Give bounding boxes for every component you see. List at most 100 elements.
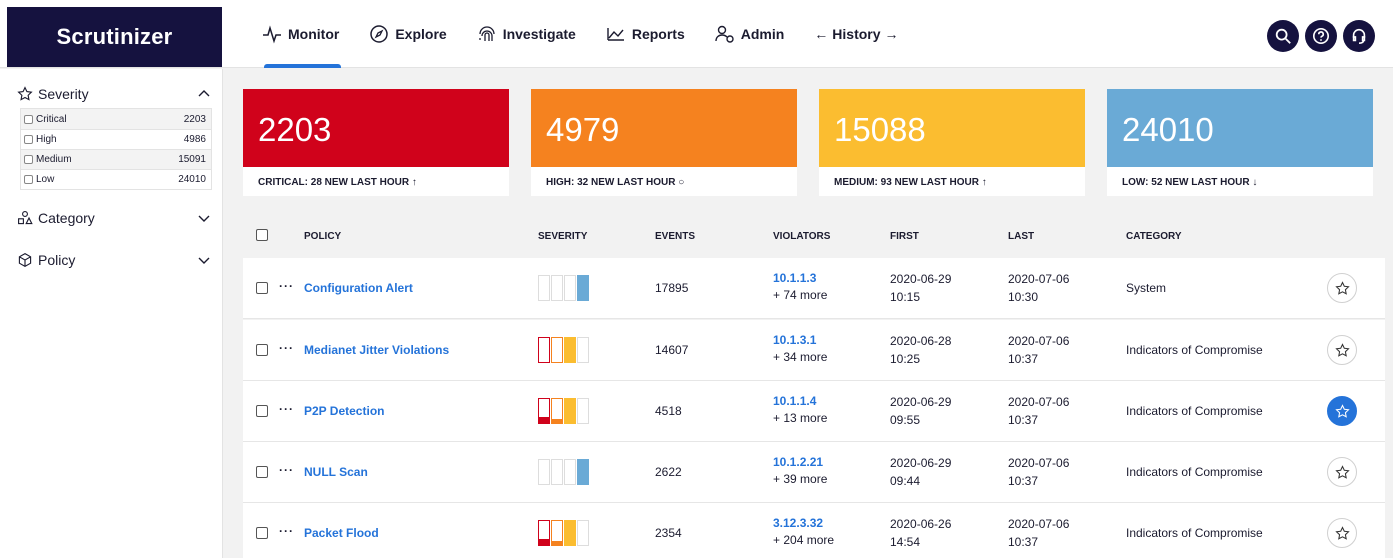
high-summary-card[interactable]: 4979 HIGH: 32 NEW LAST HOUR ○ xyxy=(531,89,797,196)
chevron-down-icon[interactable] xyxy=(198,212,210,224)
violators-cell: 10.1.1.4 + 13 more xyxy=(773,394,827,425)
nav-investigate[interactable]: Investigate xyxy=(477,0,576,68)
first-cell: 2020-06-29 09:44 xyxy=(890,454,951,490)
table-row[interactable]: ··· P2P Detection 4518 10.1.1.4 + 13 mor… xyxy=(243,381,1385,442)
violator-link[interactable]: 10.1.3.1 xyxy=(773,333,827,347)
star-icon xyxy=(1334,280,1350,295)
col-events[interactable]: EVENTS xyxy=(655,231,695,242)
last-cell: 2020-07-06 10:37 xyxy=(1008,515,1069,551)
low-checkbox[interactable] xyxy=(24,175,33,184)
critical-checkbox[interactable] xyxy=(24,114,33,124)
events-count: 2622 xyxy=(655,465,682,479)
severity-filter-header[interactable]: Severity xyxy=(0,80,222,108)
violator-more[interactable]: + 39 more xyxy=(773,472,827,486)
severity-segment xyxy=(564,275,576,301)
row-checkbox[interactable] xyxy=(256,466,268,478)
row-menu-icon[interactable]: ··· xyxy=(279,279,294,293)
row-menu-icon[interactable]: ··· xyxy=(279,402,294,416)
violator-link[interactable]: 10.1.1.3 xyxy=(773,271,827,285)
arrow-up-icon: ↑ xyxy=(981,177,987,188)
help-button[interactable] xyxy=(1305,20,1337,52)
table-row[interactable]: ··· Medianet Jitter Violations 14607 10.… xyxy=(243,320,1385,381)
favorite-button[interactable] xyxy=(1327,335,1357,365)
severity-filter-low[interactable]: Low 24010 xyxy=(21,169,211,189)
row-checkbox[interactable] xyxy=(256,282,268,294)
nav-admin[interactable]: Admin xyxy=(715,0,784,68)
col-policy[interactable]: POLICY xyxy=(304,231,341,242)
search-button[interactable] xyxy=(1267,20,1299,52)
severity-filter-title: Severity xyxy=(38,86,89,102)
table-row[interactable]: ··· NULL Scan 2622 10.1.2.21 + 39 more 2… xyxy=(243,442,1385,503)
severity-segment xyxy=(551,459,563,485)
history-nav[interactable]: ← History → xyxy=(814,26,898,42)
violator-link[interactable]: 10.1.1.4 xyxy=(773,394,827,408)
violators-cell: 10.1.3.1 + 34 more xyxy=(773,333,827,364)
col-last[interactable]: LAST xyxy=(1008,231,1034,242)
nav-reports-label: Reports xyxy=(631,26,685,42)
first-cell: 2020-06-29 09:55 xyxy=(890,393,951,429)
table-row[interactable]: ··· Packet Flood 2354 3.12.3.32 + 204 mo… xyxy=(243,503,1385,558)
favorite-button[interactable] xyxy=(1327,457,1357,487)
card-subtitle-text: HIGH: 32 NEW LAST HOUR xyxy=(546,177,676,188)
severity-filter-count: 4986 xyxy=(183,134,206,145)
severity-filter-high[interactable]: High 4986 xyxy=(21,129,211,149)
policy-link[interactable]: Medianet Jitter Violations xyxy=(304,343,449,357)
support-button[interactable] xyxy=(1343,20,1375,52)
violator-more[interactable]: + 13 more xyxy=(773,411,827,425)
arrow-up-icon: ↑ xyxy=(411,177,417,188)
forward-arrow-icon[interactable]: → xyxy=(885,26,899,42)
row-menu-icon[interactable]: ··· xyxy=(279,463,294,477)
high-checkbox[interactable] xyxy=(24,135,33,144)
violator-link[interactable]: 10.1.2.21 xyxy=(773,455,827,469)
last-cell: 2020-07-06 10:37 xyxy=(1008,393,1069,429)
col-severity[interactable]: SEVERITY xyxy=(538,231,587,242)
row-checkbox[interactable] xyxy=(256,527,268,539)
nav-explore[interactable]: Explore xyxy=(369,0,447,68)
user-gear-icon xyxy=(715,25,734,43)
medium-summary-card[interactable]: 15088 MEDIUM: 93 NEW LAST HOUR ↑ xyxy=(819,89,1085,196)
headset-icon xyxy=(1352,28,1366,45)
policy-link[interactable]: P2P Detection xyxy=(304,404,384,418)
first-time: 10:25 xyxy=(890,352,921,366)
violator-more[interactable]: + 74 more xyxy=(773,288,827,302)
table-row[interactable]: ··· Configuration Alert 17895 10.1.1.3 +… xyxy=(243,258,1385,319)
policy-filter-header[interactable]: Policy xyxy=(0,246,222,274)
row-checkbox[interactable] xyxy=(256,344,268,356)
critical-summary-card[interactable]: 2203 CRITICAL: 28 NEW LAST HOUR ↑ xyxy=(243,89,509,196)
circle-icon: ○ xyxy=(678,177,685,188)
low-summary-card[interactable]: 24010 LOW: 52 NEW LAST HOUR ↓ xyxy=(1107,89,1373,196)
nav-monitor[interactable]: Monitor xyxy=(262,0,342,68)
col-category[interactable]: CATEGORY xyxy=(1126,231,1182,242)
category-filter-header[interactable]: Category xyxy=(0,204,222,232)
favorite-button[interactable] xyxy=(1327,396,1357,426)
medium-checkbox[interactable] xyxy=(24,155,33,164)
favorite-button[interactable] xyxy=(1327,518,1357,548)
app-logo[interactable]: Scrutinizer xyxy=(7,7,222,67)
policy-link[interactable]: Configuration Alert xyxy=(304,281,413,295)
row-menu-icon[interactable]: ··· xyxy=(279,341,294,355)
select-all-checkbox[interactable] xyxy=(256,229,268,241)
violator-more[interactable]: + 204 more xyxy=(773,533,834,547)
chevron-up-icon[interactable] xyxy=(198,88,210,100)
severity-filter-critical[interactable]: Critical 2203 xyxy=(21,109,211,129)
card-subtitle-text: MEDIUM: 93 NEW LAST HOUR xyxy=(834,177,979,188)
violator-more[interactable]: + 34 more xyxy=(773,350,827,364)
row-checkbox[interactable] xyxy=(256,405,268,417)
first-date: 2020-06-28 xyxy=(890,334,952,348)
chevron-down-icon[interactable] xyxy=(198,254,210,266)
category-cell: Indicators of Compromise xyxy=(1126,526,1263,540)
card-subtitle: LOW: 52 NEW LAST HOUR ↓ xyxy=(1107,167,1373,196)
col-violators[interactable]: VIOLATORS xyxy=(773,231,830,242)
severity-filter-medium[interactable]: Medium 15091 xyxy=(21,149,211,169)
policy-link[interactable]: NULL Scan xyxy=(304,465,368,479)
policy-link[interactable]: Packet Flood xyxy=(304,526,379,540)
nav-reports[interactable]: Reports xyxy=(606,0,685,68)
col-first[interactable]: FIRST xyxy=(890,231,919,242)
severity-filter-label: Medium xyxy=(36,154,72,165)
star-icon xyxy=(1334,525,1350,540)
violator-link[interactable]: 3.12.3.32 xyxy=(773,516,834,530)
back-arrow-icon[interactable]: ← xyxy=(814,26,828,42)
favorite-button[interactable] xyxy=(1327,273,1357,303)
top-actions xyxy=(1267,20,1375,52)
row-menu-icon[interactable]: ··· xyxy=(279,524,294,538)
